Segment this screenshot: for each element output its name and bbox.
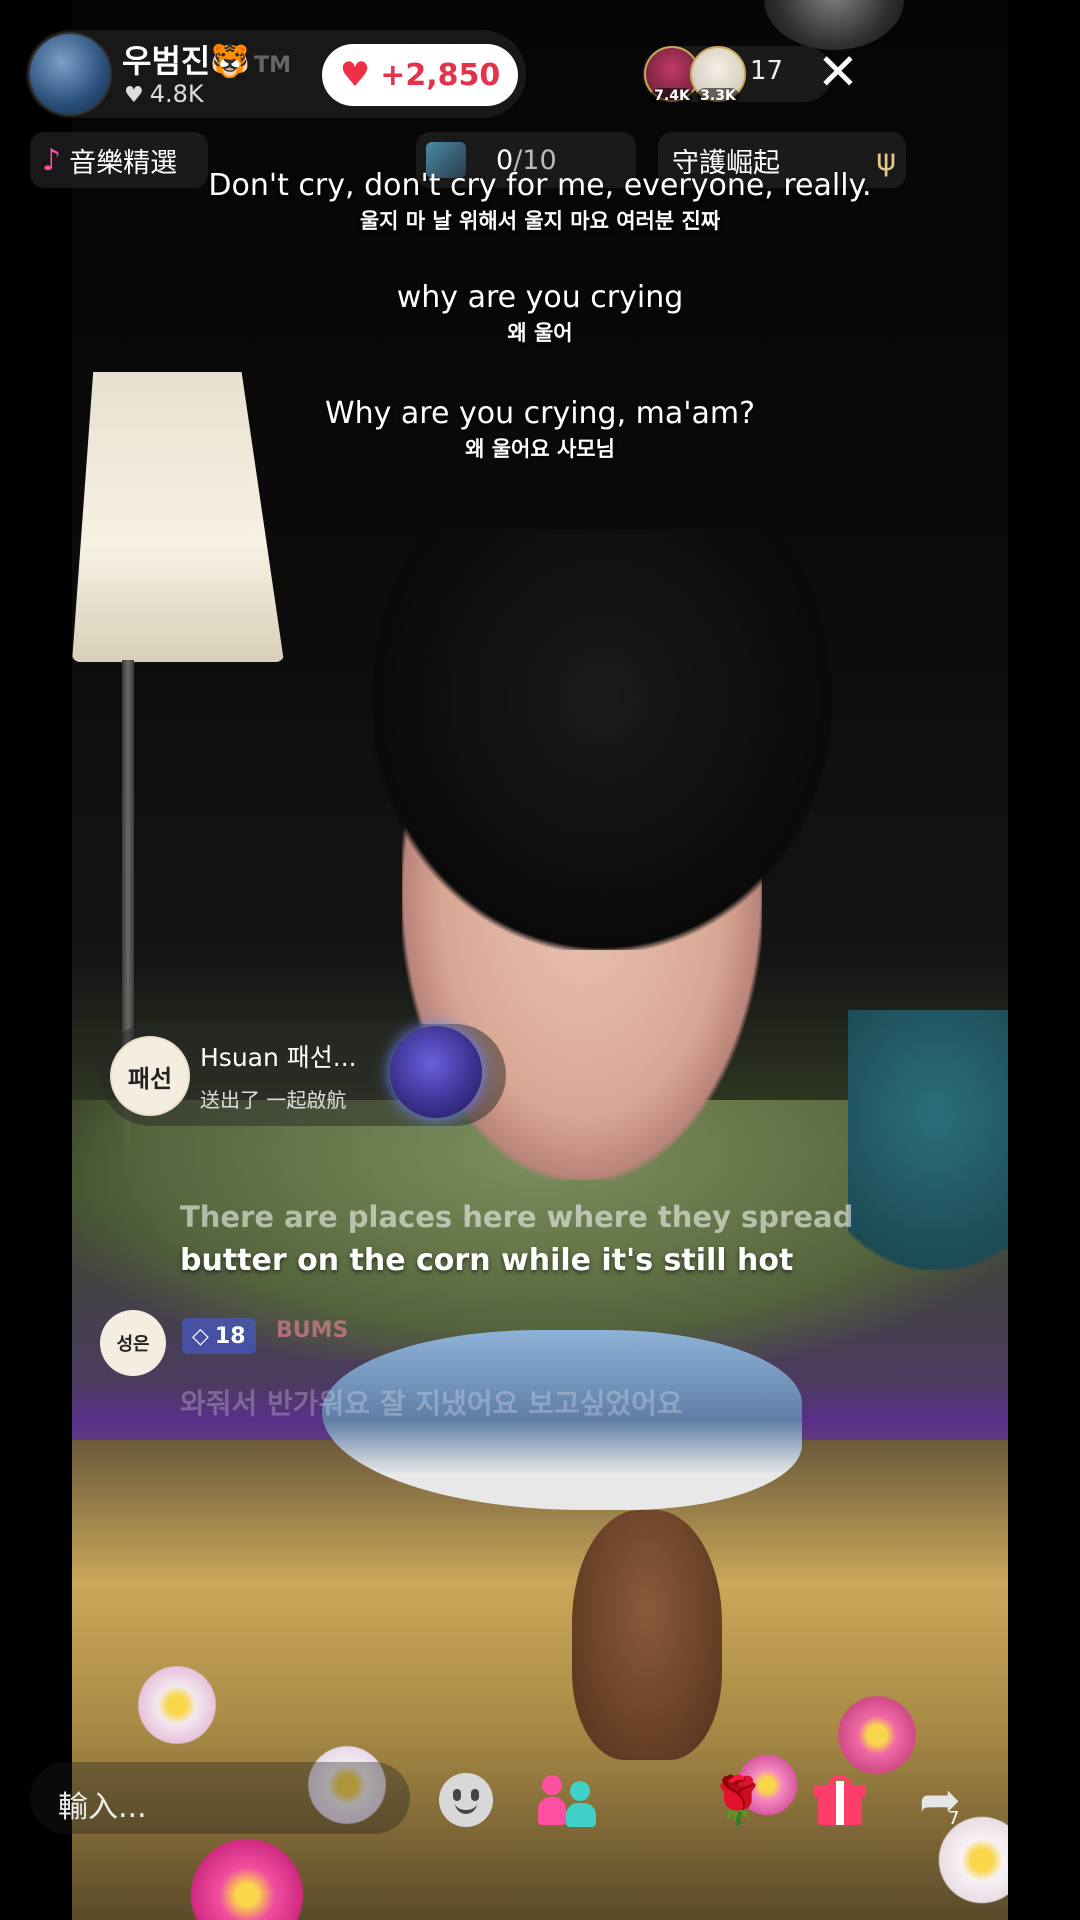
heart-icon: ♥: [339, 55, 371, 95]
share-button[interactable]: ➦: [908, 1768, 972, 1832]
left-letterbox: [0, 0, 72, 1920]
heart-outline-icon: ♥: [124, 83, 144, 108]
emoji-button[interactable]: [434, 1768, 498, 1832]
diamond-icon: ◇: [192, 1323, 209, 1349]
teddy-bear-effect: [572, 1510, 722, 1760]
viewer-count[interactable]: 17: [750, 56, 783, 86]
lyric-line: why are you crying 왜 울어: [396, 280, 684, 345]
host-likes: ♥ 4.8K: [124, 80, 204, 108]
gift-button[interactable]: [808, 1768, 872, 1832]
host-name: 우범진🐯 TM: [122, 42, 292, 80]
caption-line: There are places here where they spread: [180, 1200, 854, 1234]
lyric-line: Don't cry, don't cry for me, everyone, r…: [208, 168, 872, 233]
music-note-icon: ♪: [42, 142, 62, 178]
flower: [832, 1690, 922, 1780]
comment-input-placeholder[interactable]: 輸入...: [58, 1782, 147, 1826]
tiger-badge-icon: 🐯: [210, 42, 251, 80]
streamer-hair: [372, 530, 832, 950]
rose-icon: 🌹: [709, 1772, 767, 1827]
rose-gift-button[interactable]: 🌹: [706, 1768, 770, 1832]
people-icon: [538, 1773, 598, 1827]
gifter-avatar[interactable]: 패선: [110, 1036, 190, 1116]
gifter-name: Hsuan 패선...: [200, 1043, 357, 1072]
lyric-line: Why are you crying, ma'am? 왜 울어요 사모님: [324, 396, 756, 461]
close-icon[interactable]: ✕: [808, 42, 868, 102]
caption-line: butter on the corn while it's still hot: [180, 1243, 794, 1278]
fan-badge: BUMS: [276, 1318, 349, 1343]
host-avatar[interactable]: [28, 32, 112, 116]
like-gain-button[interactable]: ♥ +2,850: [322, 44, 518, 106]
gift-box-icon: [814, 1775, 866, 1825]
right-letterbox: [1008, 0, 1080, 1920]
chat-avatar[interactable]: 성은: [100, 1310, 166, 1376]
share-count: 7: [948, 1808, 960, 1829]
like-gain-value: +2,850: [380, 57, 501, 93]
gift-action-text: 送出了 一起啟航: [200, 1088, 347, 1112]
guests-button[interactable]: [536, 1768, 600, 1832]
smiley-icon: [439, 1773, 493, 1827]
host-tm: TM: [254, 53, 292, 78]
flower: [132, 1660, 222, 1750]
microphone: [848, 1010, 1008, 1270]
chat-message: 와줘서 반가워요 잘 지냈어요 보고싶었어요: [180, 1387, 683, 1420]
level-badge: ◇ 18: [182, 1318, 256, 1354]
top-viewer-avatar[interactable]: 3.3K: [690, 46, 746, 104]
gift-launch-icon: [390, 1026, 482, 1118]
